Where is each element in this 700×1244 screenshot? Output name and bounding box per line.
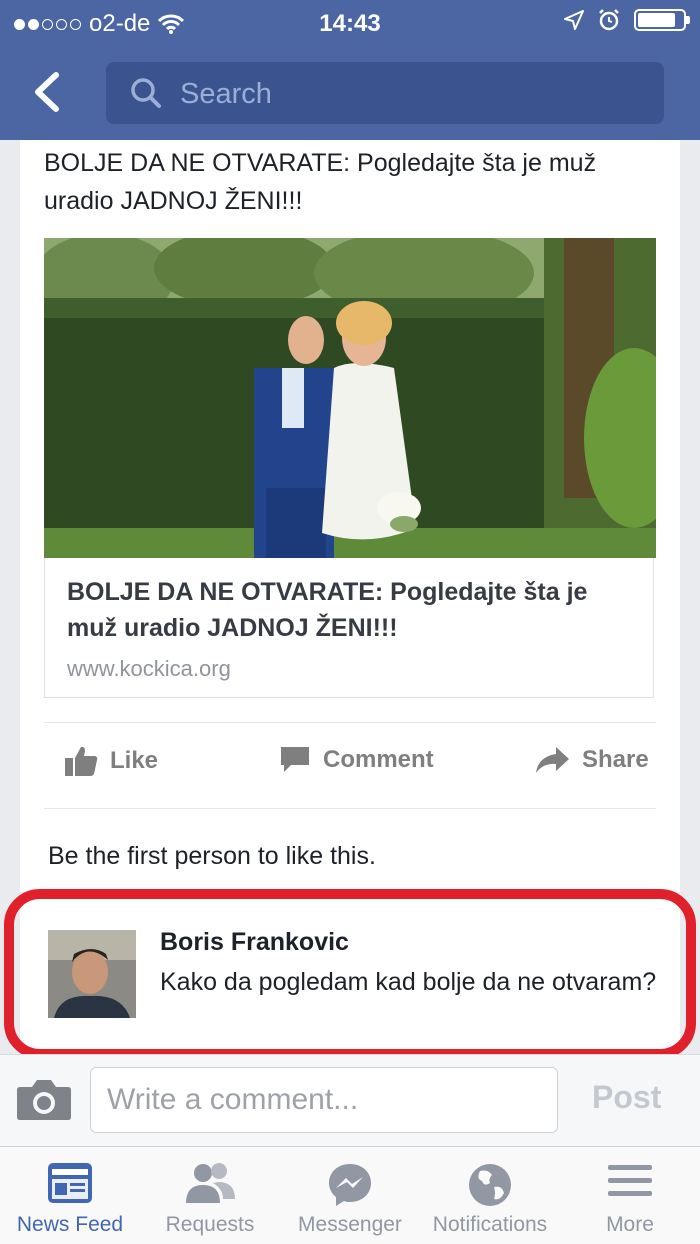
share-button[interactable]: Share [534,745,649,775]
battery-icon [634,9,690,31]
search-bar[interactable] [106,62,664,124]
like-label: Like [110,747,159,774]
tab-messenger[interactable]: Messenger [280,1147,420,1244]
share-arrow-icon [536,747,569,773]
messenger-icon [329,1164,371,1206]
friend-requests-icon [186,1163,235,1203]
post-card: BOLJE DA NE OTVARATE: Pogledajte šta je … [20,140,680,892]
link-preview-image[interactable] [44,238,656,558]
globe-icon [469,1164,511,1206]
alarm-icon [599,9,619,31]
link-preview-domain: www.kockica.org [67,656,231,681]
tab-label: Notifications [432,1213,548,1236]
menu-icon [608,1165,652,1196]
tab-news-feed[interactable]: News Feed [0,1147,140,1244]
tab-label: News Feed [16,1213,124,1236]
tab-label: Messenger [298,1213,402,1236]
likes-summary: Be the first person to like this. [48,842,376,870]
comment-bubble-icon [281,747,309,772]
tab-label: Requests [165,1213,255,1236]
red-highlight-annotation [4,889,696,1059]
post-button[interactable]: Post [592,1079,661,1116]
search-input[interactable] [178,70,652,118]
tab-label: More [606,1213,654,1236]
divider [44,722,656,723]
tab-more[interactable]: More [560,1147,700,1244]
comment-input[interactable] [90,1067,558,1133]
location-arrow-icon [564,10,584,30]
divider [44,808,656,809]
post-actions: Like Comment Share [44,725,656,805]
like-button[interactable]: Like [64,745,158,777]
comment-label: Comment [323,746,434,773]
news-feed-icon [48,1163,92,1203]
link-preview-title[interactable]: BOLJE DA NE OTVARATE: Pogledajte šta je … [67,574,637,646]
comment-button[interactable]: Comment [279,745,434,775]
top-bar: o2-de 14:43 [0,0,700,140]
tab-bar: News Feed Requests Messenger Notificatio… [0,1146,700,1244]
camera-icon[interactable] [16,1077,72,1121]
thumbs-up-icon [65,746,98,776]
tab-notifications[interactable]: Notifications [420,1147,560,1244]
comment-compose-bar: Post [0,1054,700,1147]
post-text: BOLJE DA NE OTVARATE: Pogledajte šta je … [44,149,597,215]
link-preview[interactable]: BOLJE DA NE OTVARATE: Pogledajte šta je … [44,558,654,698]
search-icon [131,78,161,108]
back-button[interactable] [30,72,66,112]
tab-requests[interactable]: Requests [140,1147,280,1244]
status-bar: o2-de 14:43 [0,0,700,46]
share-label: Share [582,746,649,773]
